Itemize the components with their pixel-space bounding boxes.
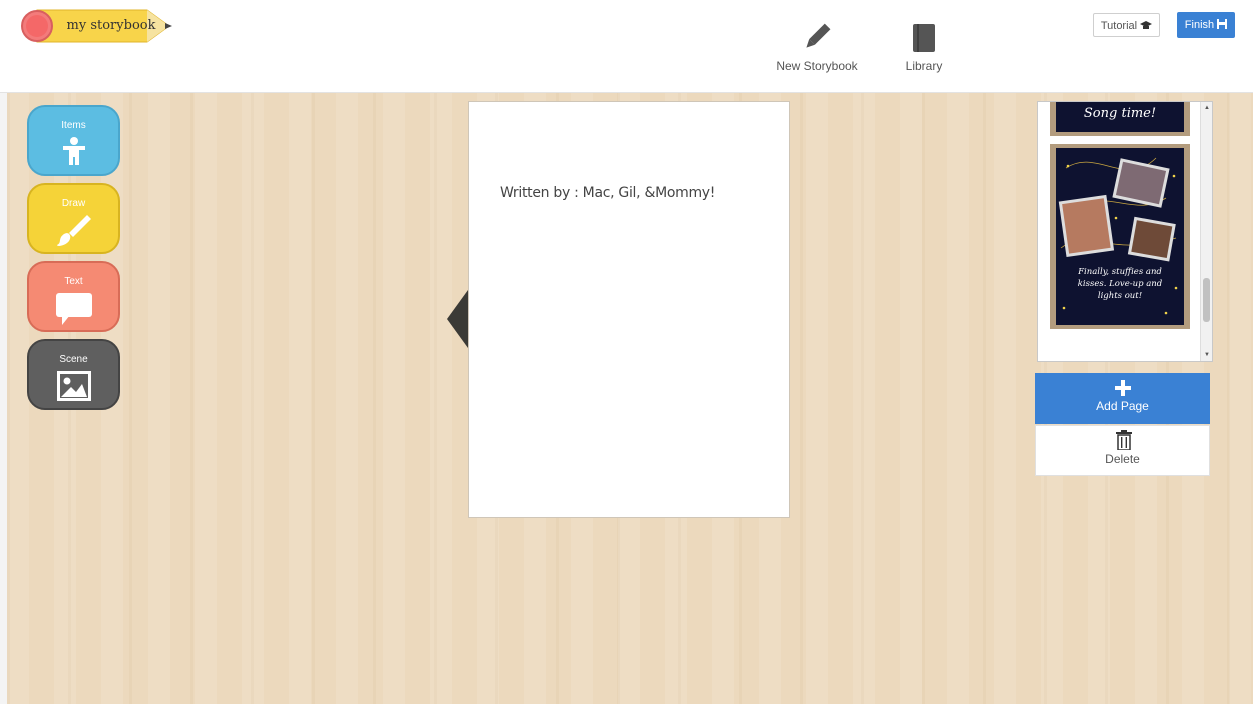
thumbnails-scrollbar[interactable]: ▲ ▼ — [1200, 102, 1212, 361]
brush-icon — [56, 215, 91, 246]
finish-label: Finish — [1184, 19, 1215, 31]
pencil-icon — [806, 23, 831, 48]
tutorial-label: Tutorial — [1100, 20, 1138, 32]
scene-tool-label: Scene — [59, 354, 88, 365]
library-label: Library — [905, 59, 943, 73]
caption-line-1: Finally, stuffies and — [1078, 267, 1162, 277]
page-thumbnails-panel[interactable]: Song time! Finally, stuffies and kisses.… — [1037, 101, 1213, 362]
trash-icon — [1116, 430, 1132, 450]
text-tool-button[interactable]: Text — [27, 261, 120, 332]
items-tool-label: Items — [61, 120, 86, 131]
caption-line-3: lights out! — [1097, 291, 1143, 301]
save-icon — [1217, 19, 1228, 29]
window-edge — [0, 93, 7, 704]
scrollbar-thumb[interactable] — [1203, 278, 1210, 322]
thumbnail-title: Song time! — [1083, 106, 1157, 121]
plus-icon — [1115, 380, 1131, 396]
items-tool-button[interactable]: Items — [27, 105, 120, 176]
page-thumbnail-previous[interactable]: Song time! — [1050, 102, 1190, 136]
app-logo[interactable]: my storybook — [19, 7, 179, 45]
thumbnail-caption: Finally, stuffies and kisses. Love-up an… — [1060, 266, 1180, 302]
book-icon — [913, 24, 935, 52]
person-icon — [62, 137, 85, 165]
speech-bubble-icon — [55, 293, 92, 325]
delete-page-button[interactable]: Delete — [1035, 425, 1210, 476]
caption-line-2: kisses. Love-up and — [1077, 279, 1163, 289]
page-text-box[interactable]: Written by : Mac, Gil, &Mommy! — [500, 185, 715, 201]
scroll-down-icon[interactable]: ▼ — [1204, 352, 1210, 358]
library-button[interactable]: Library — [899, 22, 949, 73]
draw-tool-button[interactable]: Draw — [27, 183, 120, 254]
app-logo-text: my storybook — [66, 18, 156, 33]
scene-tool-button[interactable]: Scene — [27, 339, 120, 410]
text-tool-label: Text — [64, 276, 83, 287]
previous-page-arrow-icon[interactable] — [447, 290, 469, 348]
thumbnail-scene: Song time! — [1056, 102, 1184, 132]
delete-page-label: Delete — [1105, 452, 1140, 466]
draw-tool-label: Draw — [61, 198, 86, 209]
image-icon — [56, 371, 91, 401]
add-page-button[interactable]: Add Page — [1035, 373, 1210, 424]
graduation-cap-icon — [1140, 21, 1153, 29]
new-storybook-label: New Storybook — [776, 59, 858, 73]
thumbnail-scene: Finally, stuffies and kisses. Love-up an… — [1056, 148, 1184, 325]
storybook-page[interactable]: Written by : Mac, Gil, &Mommy! — [468, 101, 790, 518]
tutorial-button[interactable]: Tutorial — [1093, 13, 1160, 37]
finish-button[interactable]: Finish — [1177, 12, 1235, 38]
scroll-up-icon[interactable]: ▲ — [1204, 105, 1210, 111]
app-header: my storybook New Storybook Library Tutor… — [0, 0, 1253, 93]
page-thumbnail-current[interactable]: Finally, stuffies and kisses. Love-up an… — [1050, 144, 1190, 329]
add-page-label: Add Page — [1096, 399, 1149, 413]
new-storybook-button[interactable]: New Storybook — [776, 22, 858, 73]
